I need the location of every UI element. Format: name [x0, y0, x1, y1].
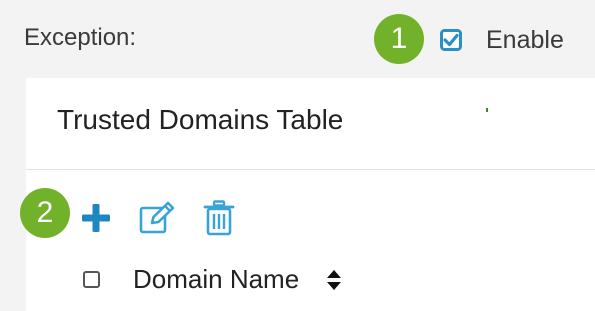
exception-row: Exception: 1 Enable [0, 0, 595, 78]
delete-button[interactable] [203, 200, 235, 236]
select-all-checkbox[interactable] [83, 271, 100, 288]
step-badge-1: 1 [374, 14, 424, 64]
exception-label: Exception: [24, 24, 137, 51]
divider [26, 169, 595, 170]
enable-label: Enable [486, 26, 564, 54]
enable-checkbox[interactable] [440, 29, 462, 51]
column-header-domain-name[interactable]: Domain Name [133, 264, 299, 295]
step-badge-2: 2 [20, 188, 70, 238]
table-title: Trusted Domains Table [57, 104, 344, 135]
edit-button[interactable] [138, 201, 178, 235]
trusted-domains-panel: Trusted Domains Table Domain Name [26, 78, 595, 311]
sort-icon[interactable] [326, 269, 342, 291]
add-button[interactable] [80, 202, 112, 234]
status-dot [486, 108, 488, 112]
